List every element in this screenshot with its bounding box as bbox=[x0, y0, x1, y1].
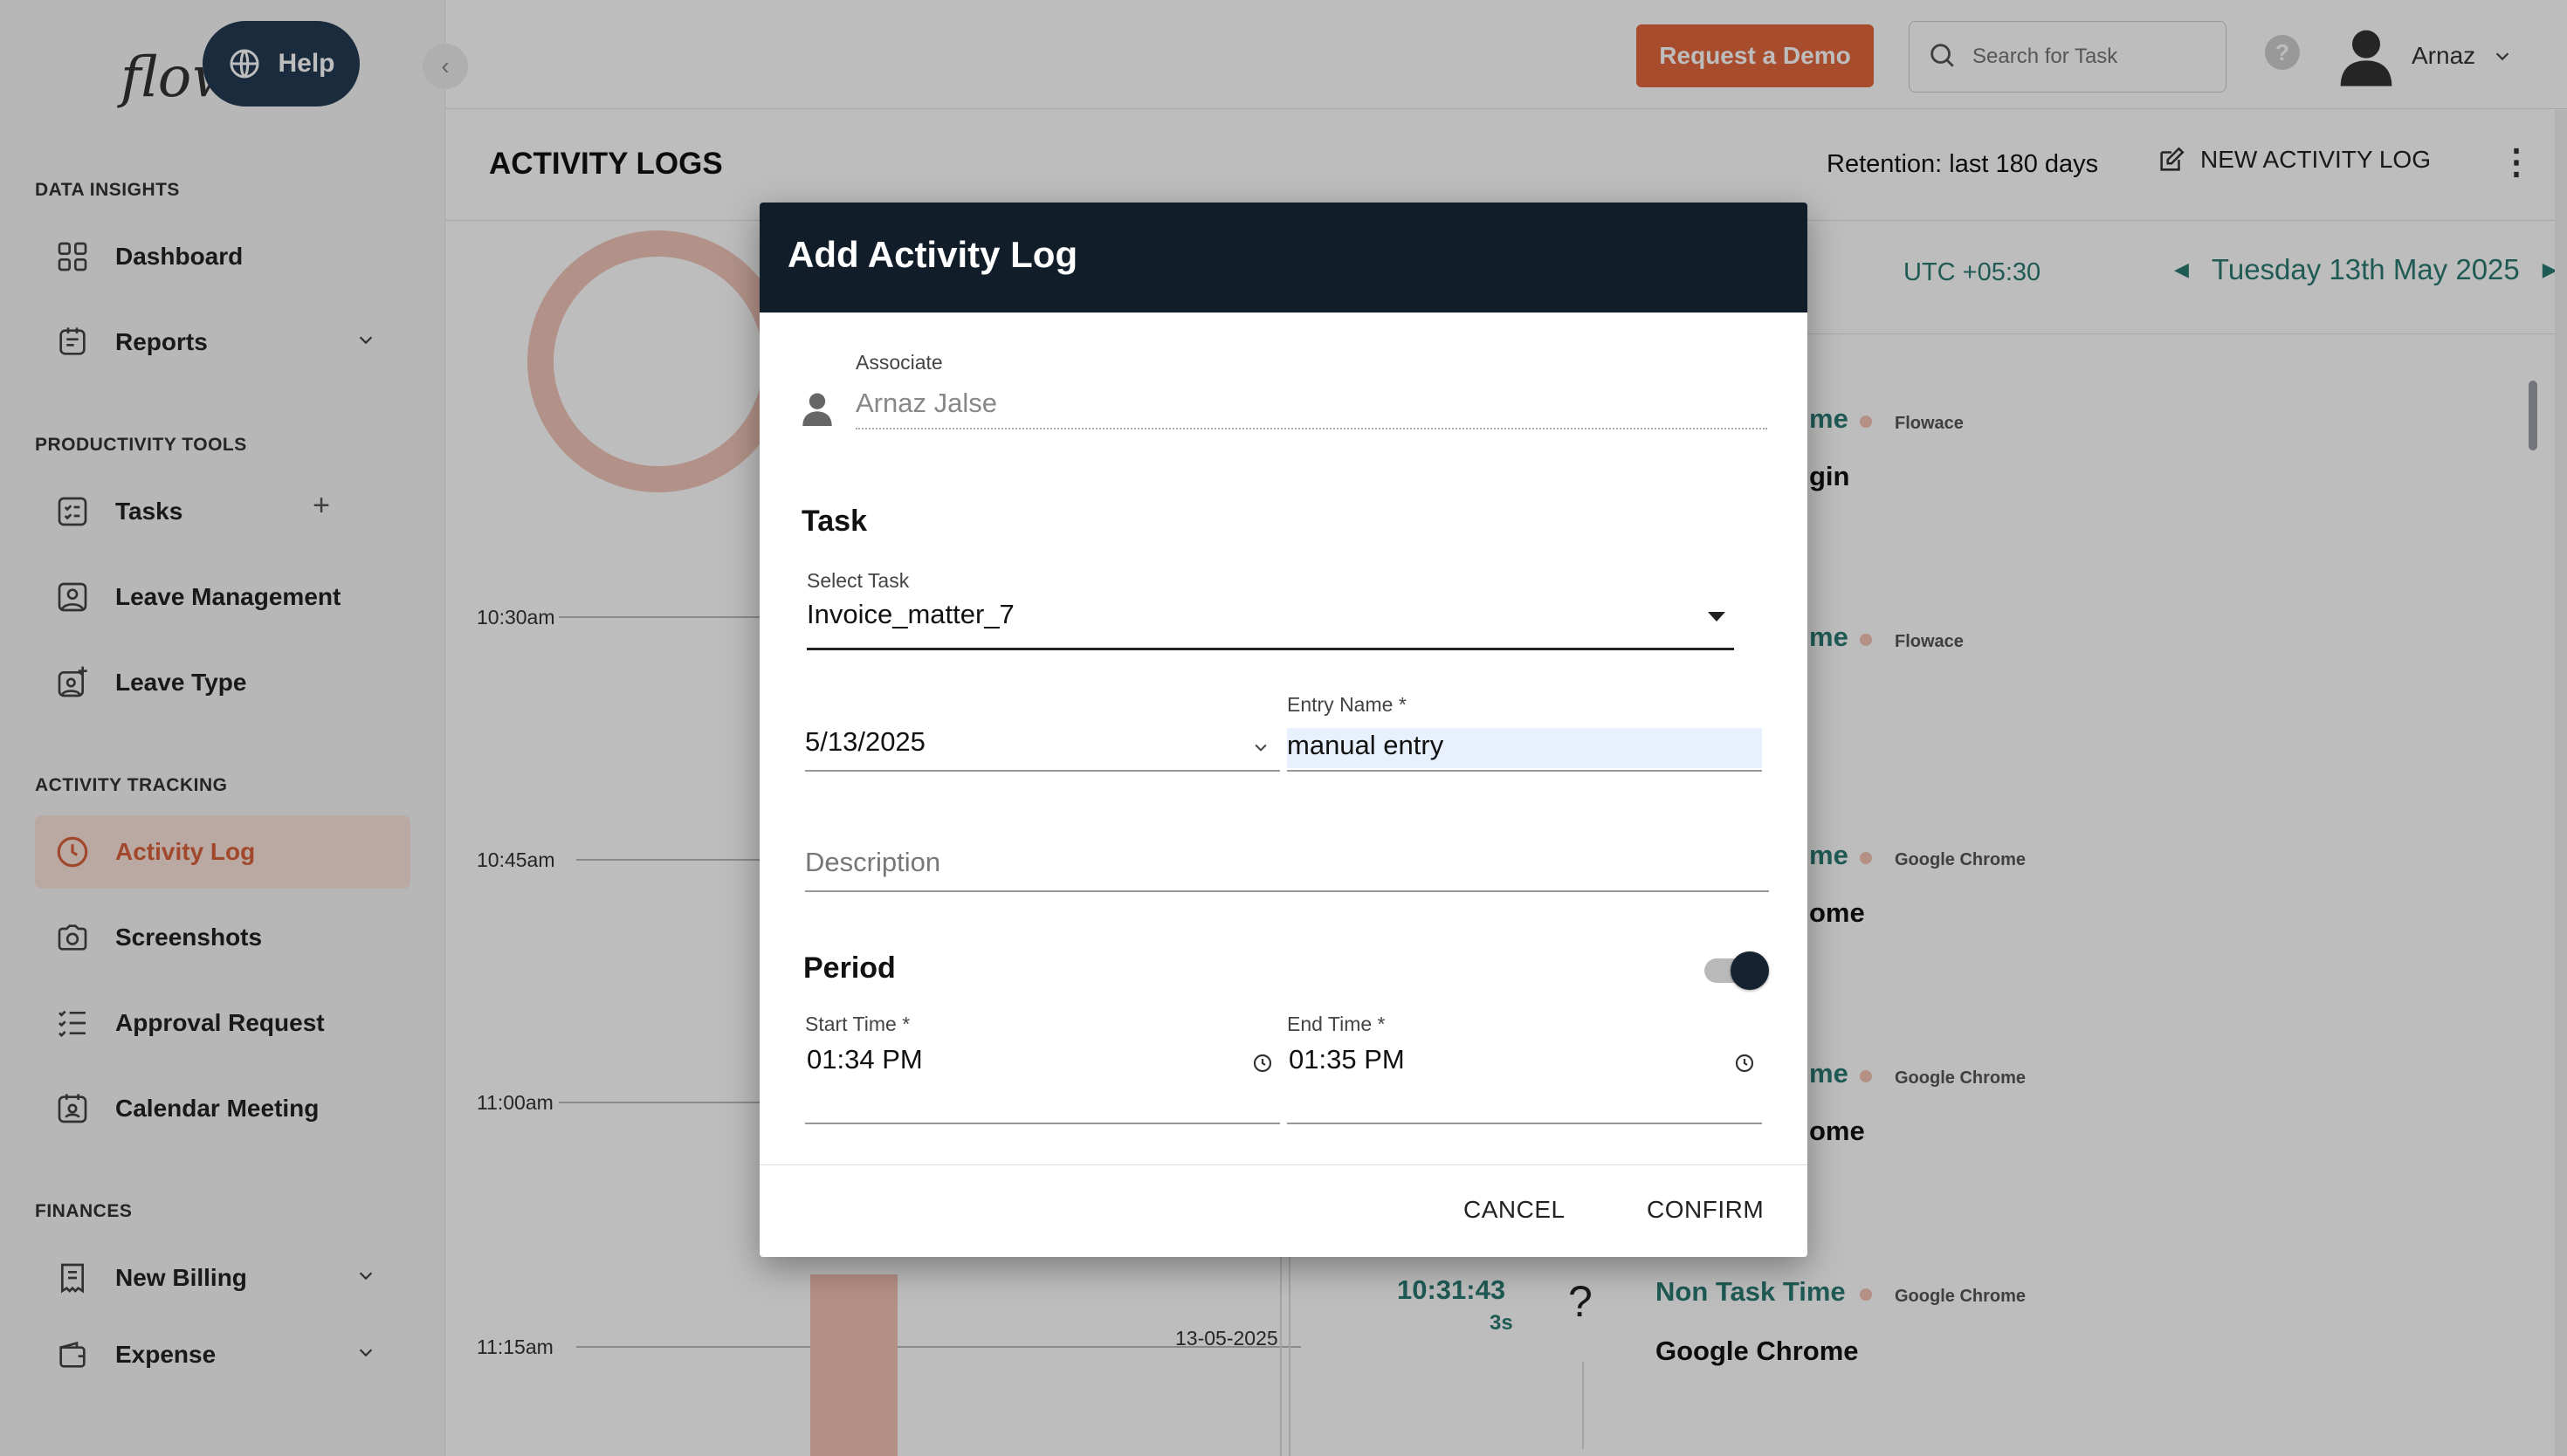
start-time-field[interactable]: 01:34 PM bbox=[805, 1044, 1280, 1093]
dropdown-arrow-icon bbox=[1708, 612, 1725, 622]
clock-icon[interactable] bbox=[1734, 1053, 1755, 1074]
confirm-button[interactable]: CONFIRM bbox=[1647, 1196, 1764, 1224]
description-field[interactable]: Description bbox=[805, 847, 1769, 890]
end-time-label: End Time * bbox=[1287, 1013, 1386, 1035]
person-icon bbox=[802, 393, 832, 426]
dialog-title: Add Activity Log bbox=[788, 234, 1078, 275]
associate-label: Associate bbox=[856, 351, 943, 374]
chevron-down-icon bbox=[1255, 744, 1267, 752]
cancel-button[interactable]: CANCEL bbox=[1463, 1196, 1566, 1224]
clock-icon[interactable] bbox=[1252, 1053, 1273, 1074]
entry-name-underline bbox=[1287, 770, 1762, 772]
start-time-value: 01:34 PM bbox=[807, 1044, 923, 1075]
period-heading: Period bbox=[803, 951, 896, 985]
end-time-field[interactable]: 01:35 PM bbox=[1287, 1044, 1762, 1093]
task-heading: Task bbox=[802, 505, 867, 538]
dialog-footer-divider bbox=[760, 1164, 1807, 1165]
add-activity-log-dialog: Add Activity Log Associate Arnaz Jalse T… bbox=[760, 203, 1807, 1257]
date-value: 5/13/2025 bbox=[805, 726, 926, 757]
description-placeholder: Description bbox=[805, 847, 941, 877]
end-time-value: 01:35 PM bbox=[1289, 1044, 1405, 1075]
associate-value: Arnaz Jalse bbox=[856, 388, 997, 418]
select-task-underline bbox=[807, 648, 1734, 650]
select-task-dropdown[interactable]: Invoice_matter_7 bbox=[807, 599, 1734, 653]
date-underline bbox=[805, 770, 1280, 772]
end-time-underline bbox=[1287, 1123, 1762, 1124]
description-underline bbox=[805, 890, 1769, 892]
entry-name-value: manual entry bbox=[1287, 730, 1444, 760]
start-time-underline bbox=[805, 1123, 1280, 1124]
entry-name-field[interactable]: manual entry bbox=[1287, 728, 1762, 768]
period-toggle-knob[interactable] bbox=[1731, 951, 1769, 990]
select-task-value: Invoice_matter_7 bbox=[807, 599, 1015, 629]
entry-name-label: Entry Name * bbox=[1287, 693, 1407, 716]
select-task-label: Select Task bbox=[807, 569, 910, 592]
associate-underline bbox=[856, 428, 1767, 429]
start-time-label: Start Time * bbox=[805, 1013, 911, 1035]
